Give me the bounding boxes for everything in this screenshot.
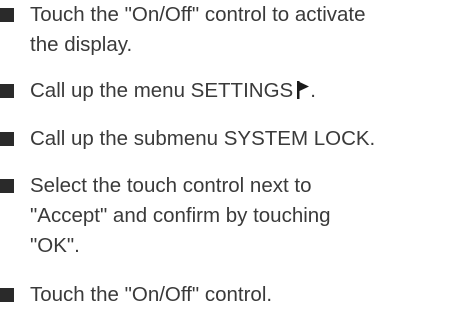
step-suffix: . [310, 79, 316, 102]
step-text: Touch the "On/Off" control to activate t… [30, 3, 366, 56]
step-line: Call up the menu SETTINGS. [0, 76, 474, 106]
bullet-square [0, 132, 14, 146]
bullet-square [0, 179, 14, 193]
step-item: Call up the submenu SYSTEM LOCK. [0, 124, 474, 154]
step-text: Call up the submenu SYSTEM LOCK. [30, 127, 376, 150]
bullet-square [0, 288, 14, 302]
step-text: Select the touch control next to "Accept… [30, 174, 331, 257]
step-item: Call up the menu SETTINGS. [0, 76, 474, 106]
flag-icon [297, 81, 310, 99]
step-text: Touch the "On/Off" control. [30, 283, 273, 306]
step-item: Select the touch control next to "Accept… [0, 171, 474, 261]
bullet-square [0, 8, 14, 22]
bullet-square [0, 84, 14, 98]
step-item: Touch the "On/Off" control to activate t… [0, 0, 474, 60]
step-text: Call up the menu SETTINGS [30, 79, 294, 102]
step-item: Touch the "On/Off" control. [0, 280, 474, 310]
